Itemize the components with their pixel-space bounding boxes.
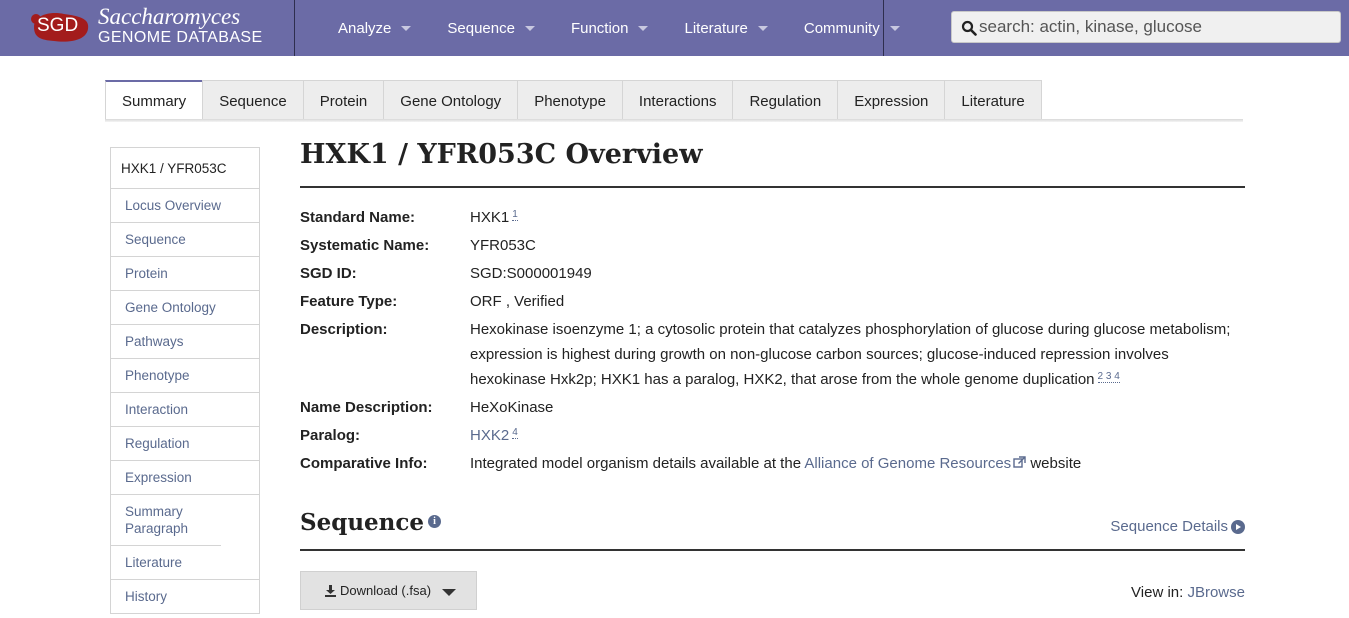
paralog-link[interactable]: HXK2 xyxy=(470,427,509,444)
search-icon xyxy=(961,20,977,36)
search-box[interactable] xyxy=(951,11,1341,43)
nav-community[interactable]: Community xyxy=(786,0,918,56)
reference-link[interactable]: 4 xyxy=(512,427,518,439)
page-title: HXK1 / YFR053C Overview xyxy=(300,139,703,170)
view-in: View in: JBrowse xyxy=(1131,584,1245,601)
top-navbar: SGD Saccharomyces GENOME DATABASE Analyz… xyxy=(0,0,1349,56)
tabs-underline xyxy=(105,119,1243,122)
sequence-section-title: Sequence i xyxy=(300,509,442,536)
download-label: Download (.fsa) xyxy=(340,583,432,598)
name-description-value: HeXoKinase xyxy=(470,399,554,416)
sidebar-item-locus-overview[interactable]: Locus Overview xyxy=(111,189,259,223)
sidebar-item-sequence[interactable]: Sequence xyxy=(111,223,259,257)
search-input[interactable] xyxy=(979,14,1334,40)
feature-type-value: ORF , Verified xyxy=(470,293,565,310)
arrow-circle-right-icon xyxy=(1231,519,1245,534)
chevron-down-icon xyxy=(401,25,412,31)
tab-expression[interactable]: Expression xyxy=(837,80,946,121)
row-comparative-info: Comparative Info: Integrated model organ… xyxy=(300,451,1245,476)
sequence-details-link[interactable]: Sequence Details xyxy=(1110,518,1245,535)
feature-type-label: Feature Type: xyxy=(300,293,398,310)
logo-title: Saccharomyces xyxy=(98,4,241,29)
sidebar-item-literature[interactable]: Literature xyxy=(111,546,259,580)
tab-phenotype[interactable]: Phenotype xyxy=(517,80,623,121)
chevron-down-icon xyxy=(524,25,535,31)
tab-gene-ontology[interactable]: Gene Ontology xyxy=(383,80,519,121)
external-link-icon[interactable] xyxy=(1013,456,1026,469)
nav-analyze[interactable]: Analyze xyxy=(320,0,429,56)
jbrowse-link[interactable]: JBrowse xyxy=(1187,584,1245,601)
sgd-id-value: SGD:S000001949 xyxy=(470,265,592,282)
comparative-suffix: website xyxy=(1030,455,1082,472)
systematic-name-value: YFR053C xyxy=(470,237,536,254)
sequence-divider xyxy=(300,549,1245,551)
sidebar-item-protein[interactable]: Protein xyxy=(111,257,259,291)
nav-sequence[interactable]: Sequence xyxy=(429,0,553,56)
logo-abbrev: SGD xyxy=(37,15,79,36)
nav-function[interactable]: Function xyxy=(553,0,667,56)
sidebar-item-expression[interactable]: Expression xyxy=(111,461,259,495)
view-in-label: View in: xyxy=(1131,584,1184,601)
info-icon[interactable]: i xyxy=(428,515,442,528)
sidebar-item-gene-ontology[interactable]: Gene Ontology xyxy=(111,291,259,325)
standard-name-value: HXK1 xyxy=(470,209,510,226)
sidebar-item-summary-paragraph[interactable]: Summary Paragraph xyxy=(111,495,221,546)
row-systematic-name: Systematic Name: YFR053C xyxy=(300,233,1245,258)
sidebar-item-phenotype[interactable]: Phenotype xyxy=(111,359,259,393)
nav-divider xyxy=(883,0,884,56)
logo-subtitle: GENOME DATABASE xyxy=(98,29,263,46)
tab-literature[interactable]: Literature xyxy=(944,80,1042,121)
sgd-id-label: SGD ID: xyxy=(300,265,357,282)
reference-link[interactable]: 1 xyxy=(512,209,518,221)
name-description-label: Name Description: xyxy=(300,399,433,416)
chevron-down-icon xyxy=(638,25,649,31)
comparative-prefix: Integrated model organism details availa… xyxy=(470,455,802,472)
row-paralog: Paralog: HXK2 4 xyxy=(300,423,1245,448)
locus-sidebar: HXK1 / YFR053C Locus Overview Sequence P… xyxy=(110,147,260,614)
standard-name-label: Standard Name: xyxy=(300,209,416,226)
tab-summary[interactable]: Summary xyxy=(105,80,204,121)
chevron-down-icon xyxy=(889,25,900,31)
title-divider xyxy=(300,186,1245,188)
tab-protein[interactable]: Protein xyxy=(302,80,385,121)
row-feature-type: Feature Type: ORF , Verified xyxy=(300,289,1245,314)
row-description: Description: Hexokinase isoenzyme 1; a c… xyxy=(300,317,1245,392)
download-icon xyxy=(325,584,336,597)
sgd-logo[interactable]: SGD Saccharomyces GENOME DATABASE xyxy=(0,0,295,56)
caret-down-icon[interactable] xyxy=(442,589,456,596)
systematic-name-label: Systematic Name: xyxy=(300,237,430,254)
comparative-info-label: Comparative Info: xyxy=(300,455,428,472)
tab-sequence[interactable]: Sequence xyxy=(202,80,304,121)
sidebar-heading: HXK1 / YFR053C xyxy=(111,148,259,189)
sidebar-item-regulation[interactable]: Regulation xyxy=(111,427,259,461)
row-standard-name: Standard Name: HXK1 1 xyxy=(300,205,1245,230)
tab-regulation[interactable]: Regulation xyxy=(732,80,839,121)
tab-interactions[interactable]: Interactions xyxy=(621,80,734,121)
row-sgd-id: SGD ID: SGD:S000001949 xyxy=(300,261,1245,286)
nav-literature[interactable]: Literature xyxy=(666,0,785,56)
paralog-label: Paralog: xyxy=(300,427,361,444)
chevron-down-icon xyxy=(757,25,768,31)
main-nav: Analyze Sequence Function Literature Com… xyxy=(320,0,918,56)
locus-tabs: Summary Sequence Protein Gene Ontology P… xyxy=(105,80,1042,121)
reference-links[interactable]: 2 3 4 xyxy=(1097,371,1120,383)
download-fsa-button[interactable]: Download (.fsa) xyxy=(300,571,477,610)
overview-table: Standard Name: HXK1 1 Systematic Name: YF… xyxy=(300,205,1245,479)
description-label: Description: xyxy=(300,321,388,338)
sidebar-item-history[interactable]: History xyxy=(111,580,259,614)
row-name-description: Name Description: HeXoKinase xyxy=(300,395,1245,420)
sidebar-item-interaction[interactable]: Interaction xyxy=(111,393,259,427)
sidebar-item-pathways[interactable]: Pathways xyxy=(111,325,259,359)
alliance-link[interactable]: Alliance of Genome Resources xyxy=(804,455,1011,472)
